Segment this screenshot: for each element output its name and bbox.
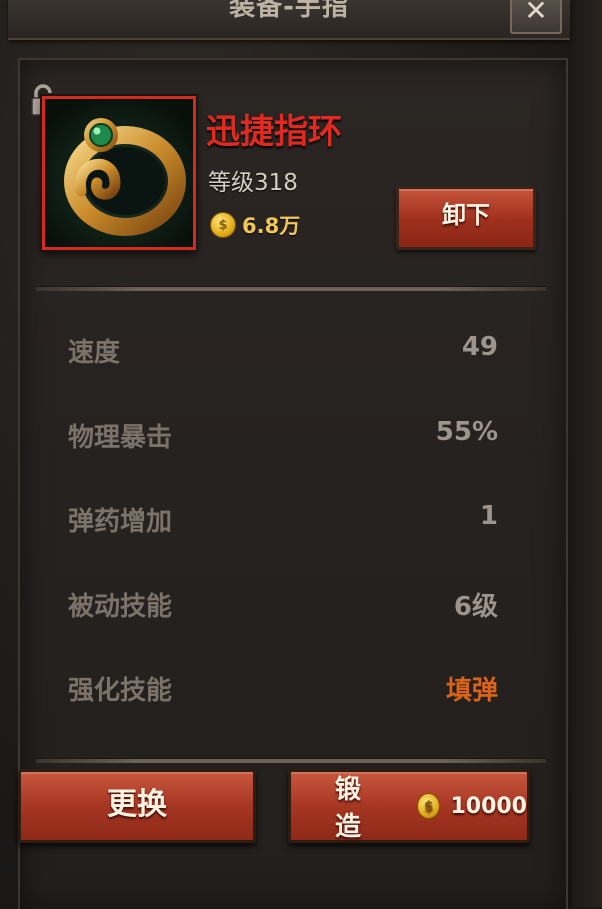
forge-button[interactable]: 锻造 $ 10000 <box>288 769 530 843</box>
item-level: 等级318 <box>208 170 298 196</box>
stat-value: 49 <box>461 332 498 362</box>
stat-row-speed: 速度 49 <box>68 332 498 372</box>
stat-row-ammo-bonus: 弹药增加 1 <box>68 501 498 541</box>
item-price: $ 6.8万 <box>210 210 300 240</box>
item-price-value: 6.8万 <box>242 214 301 238</box>
stat-label: 弹药增加 <box>68 507 173 537</box>
forge-label: 锻造 <box>335 775 362 842</box>
stat-label: 被动技能 <box>68 592 173 622</box>
stat-value: 6级 <box>453 592 498 622</box>
jade-ring-icon <box>45 99 193 247</box>
unequip-button[interactable]: 卸下 <box>396 186 536 250</box>
stat-value: 1 <box>479 501 498 531</box>
stat-value-skill[interactable]: 填弹 <box>446 670 498 707</box>
stat-label: 速度 <box>68 338 121 368</box>
forge-cost: 10000 <box>450 793 527 819</box>
stat-label: 强化技能 <box>68 676 173 706</box>
divider-top <box>36 286 546 291</box>
stat-row-passive-skill: 被动技能 6级 <box>68 586 498 626</box>
swap-button[interactable]: 更换 <box>18 769 256 843</box>
item-slot[interactable] <box>42 96 196 250</box>
close-icon: ✕ <box>524 0 548 27</box>
divider-bottom <box>36 758 546 763</box>
coin-icon: $ <box>417 793 441 819</box>
title-bar: 装备-手指 ✕ <box>8 0 570 40</box>
page-title: 装备-手指 <box>229 0 349 22</box>
coin-icon: $ <box>210 212 236 238</box>
stat-row-physical-crit: 物理暴击 55% <box>68 417 498 457</box>
stat-row-enhance-skill: 强化技能 填弹 <box>68 670 498 710</box>
background-right-strip <box>572 0 602 907</box>
close-button[interactable]: ✕ <box>510 0 562 34</box>
stat-label: 物理暴击 <box>68 423 173 453</box>
item-name: 迅捷指环 <box>206 112 342 152</box>
stat-value: 55% <box>435 417 498 447</box>
